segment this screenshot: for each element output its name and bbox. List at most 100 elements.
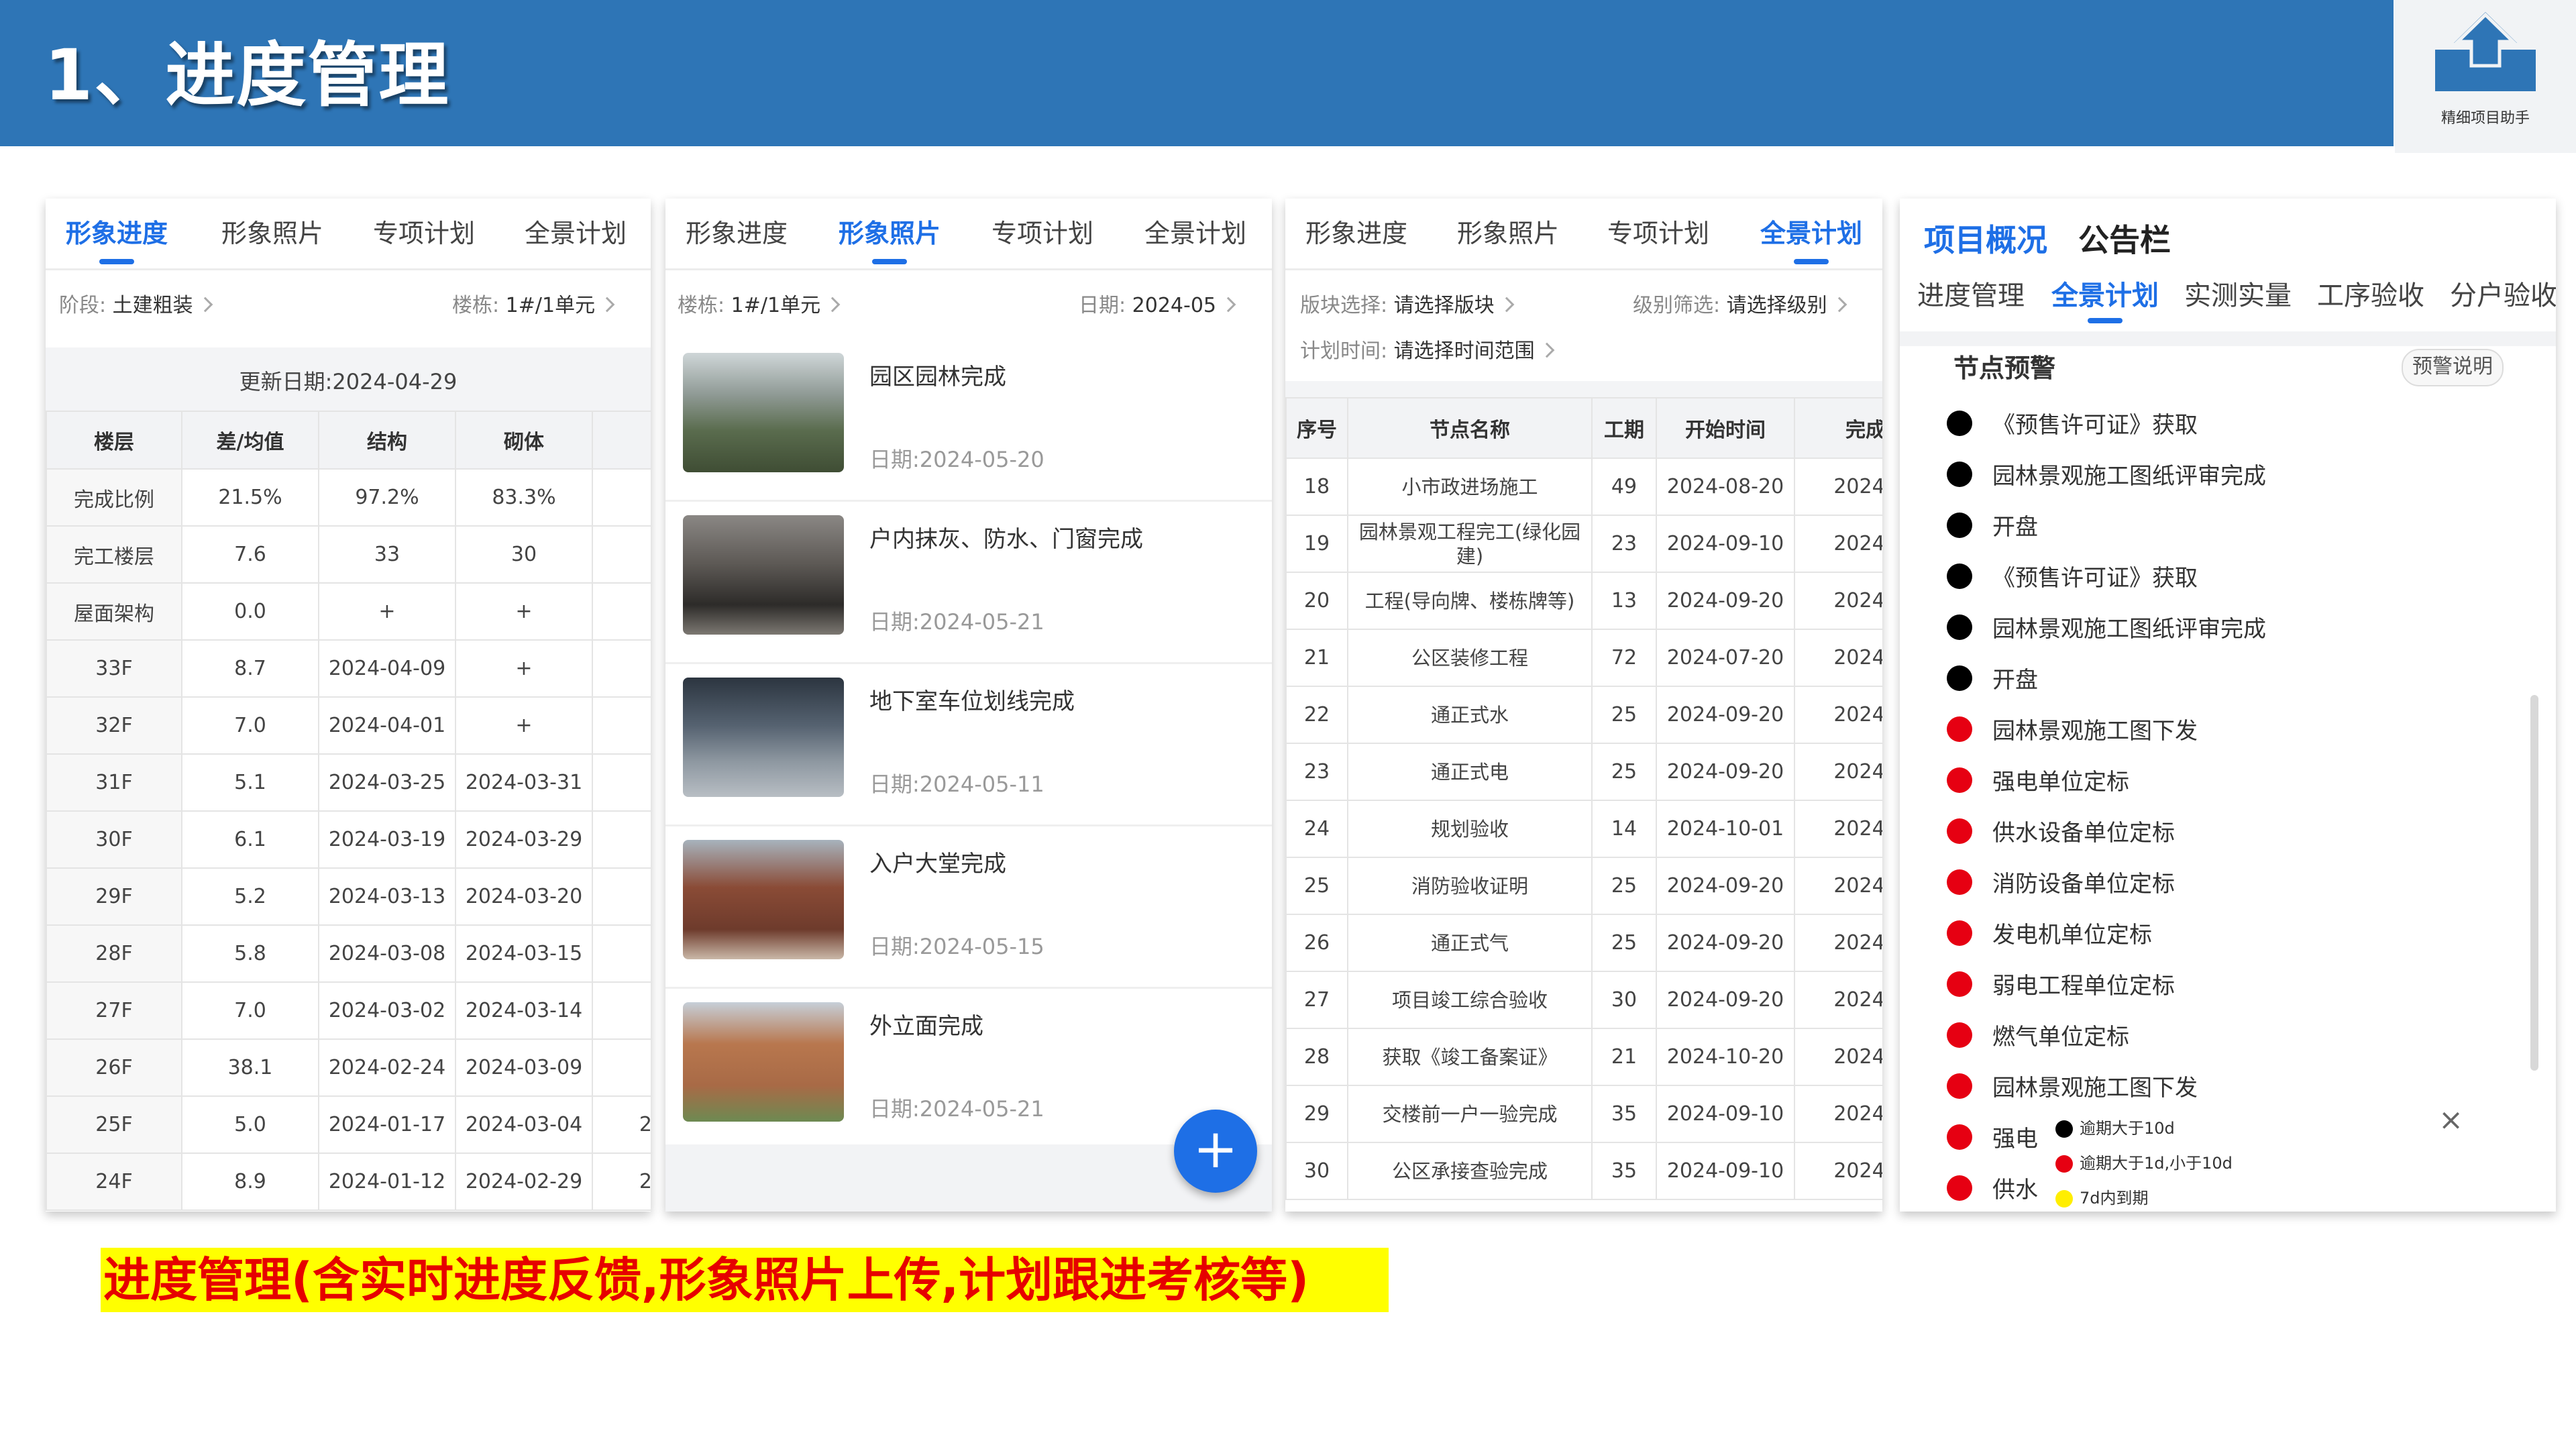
- node-item[interactable]: 《预售许可证》获取: [1900, 550, 2556, 601]
- tab-progress-photos[interactable]: 形象照片: [221, 215, 323, 252]
- tab-special-plan[interactable]: 专项计划: [1607, 215, 1709, 252]
- table-cell: 5.2: [181, 867, 319, 926]
- photo-thumbnail[interactable]: [683, 1002, 844, 1122]
- table-cell: 2024-10: [1794, 458, 1882, 516]
- tab-special-plan[interactable]: 专项计划: [373, 215, 475, 252]
- table-row[interactable]: 18小市政进场施工492024-08-202024-10: [1285, 458, 1882, 516]
- table-row: 26F38.12024-02-242024-03-0959: [46, 1038, 651, 1097]
- table-cell: 2024-10: [1794, 1142, 1882, 1200]
- photo-list-item[interactable]: 户内抹灰、防水、门窗完成 日期:2024-05-21: [665, 503, 1272, 664]
- node-item[interactable]: 供水设备单位定标: [1900, 805, 2556, 856]
- node-item[interactable]: 发电机单位定标: [1900, 907, 2556, 958]
- warning-info-button[interactable]: 预警说明: [2402, 349, 2504, 386]
- column-header: 结构: [318, 411, 456, 470]
- subtab-progress-management[interactable]: 进度管理: [1917, 274, 2025, 313]
- node-item[interactable]: 《预售许可证》获取: [1900, 397, 2556, 448]
- tab-panorama-plan[interactable]: 全景计划: [1144, 215, 1246, 252]
- table-row[interactable]: 28获取《竣工备案证》212024-10-202024-11: [1285, 1028, 1882, 1086]
- stage-filter[interactable]: 阶段: 土建粗装: [59, 291, 213, 321]
- time-filter[interactable]: 计划时间: 请选择时间范围: [1300, 337, 1554, 366]
- column-header: 差/均值: [181, 411, 319, 470]
- table-row[interactable]: 23通正式电252024-09-202024-10: [1285, 743, 1882, 801]
- photo-title: 入户大堂完成: [869, 851, 1006, 877]
- node-item[interactable]: 园林景观施工图纸评审完成: [1900, 601, 2556, 652]
- legend-dot: [2055, 1155, 2073, 1173]
- photo-list-item[interactable]: 园区园林完成 日期:2024-05-20: [665, 341, 1272, 502]
- caption-text: 进度管理(含实时进度反馈,形象照片上传,计划跟进考核等): [103, 1252, 1309, 1307]
- add-photo-button[interactable]: +: [1174, 1110, 1257, 1193]
- tab-progress-status[interactable]: 形象进度: [66, 215, 168, 252]
- node-item[interactable]: 强电单位定标: [1900, 754, 2556, 805]
- node-label: 《预售许可证》获取: [1992, 412, 2198, 439]
- tab-progress-photos[interactable]: 形象照片: [1457, 215, 1559, 252]
- subtab-measurement[interactable]: 实测实量: [2184, 274, 2292, 313]
- node-item[interactable]: 园林景观施工图下发: [1900, 703, 2556, 754]
- table-cell: 2024-10: [1794, 686, 1882, 744]
- building-filter[interactable]: 楼栋: 1#/1单元: [678, 291, 841, 321]
- date-value: 2024-05: [1132, 294, 1217, 317]
- tab-special-plan[interactable]: 专项计划: [991, 215, 1093, 252]
- level-filter[interactable]: 级别筛选: 请选择级别: [1633, 291, 1847, 321]
- photo-list-item[interactable]: 入户大堂完成 日期:2024-05-15: [665, 828, 1272, 989]
- level-value: 请选择级别: [1726, 294, 1827, 317]
- logo-text: 精细项目助手: [2440, 110, 2530, 127]
- node-item[interactable]: 弱电工程单位定标: [1900, 958, 2556, 1009]
- building-label: 楼栋:: [452, 294, 500, 317]
- time-label: 计划时间:: [1300, 339, 1388, 363]
- tab-progress-photos[interactable]: 形象照片: [839, 215, 941, 252]
- subtab-process-acceptance[interactable]: 工序验收: [2317, 274, 2424, 313]
- table-cell: 38.1: [181, 1038, 319, 1097]
- table-cell: 2024-03-19: [318, 810, 456, 869]
- node-item[interactable]: 园林景观施工图纸评审完成: [1900, 448, 2556, 499]
- table-row[interactable]: 24规划验收142024-10-012024-10: [1285, 800, 1882, 858]
- table-cell: 27: [1285, 971, 1348, 1029]
- table-cell: 33: [318, 525, 456, 584]
- table-cell: 7.0: [181, 696, 319, 755]
- tab-project-overview[interactable]: 项目概况: [1924, 216, 2047, 260]
- table-row[interactable]: 19园林景观工程完工(绿化园建)232024-09-102024-10: [1285, 515, 1882, 573]
- tab-bulletin[interactable]: 公告栏: [2078, 216, 2171, 260]
- table-row[interactable]: 20工程(导向牌、楼栋牌等)132024-09-202024-10: [1285, 572, 1882, 630]
- table-cell: 2024-03-14: [455, 981, 593, 1040]
- date-filter[interactable]: 日期: 2024-05: [1079, 291, 1236, 321]
- table-row[interactable]: 27项目竣工综合验收302024-09-202024-10: [1285, 971, 1882, 1029]
- table-cell: [592, 639, 651, 698]
- table-cell: 2024-10: [1794, 1085, 1882, 1143]
- scrollbar[interactable]: [2530, 695, 2538, 1071]
- photo-list-item[interactable]: 地下室车位划线完成 日期:2024-05-11: [665, 665, 1272, 826]
- block-filter[interactable]: 版块选择: 请选择版块: [1300, 291, 1514, 321]
- table-row: 24F8.92024-01-122024-02-292024: [46, 1152, 651, 1211]
- photo-thumbnail[interactable]: [683, 353, 844, 472]
- tab-panorama-plan[interactable]: 全景计划: [525, 215, 627, 252]
- node-label: 园林景观施工图下发: [1992, 1075, 2198, 1102]
- tab-progress-status[interactable]: 形象进度: [686, 215, 788, 252]
- node-label: 供水: [1992, 1177, 2038, 1203]
- table-row[interactable]: 30公区承接查验完成352024-09-102024-10: [1285, 1142, 1882, 1200]
- tab-progress-status[interactable]: 形象进度: [1305, 215, 1407, 252]
- table-cell: 2024-11: [1794, 1028, 1882, 1086]
- photo-thumbnail[interactable]: [683, 515, 844, 635]
- table-row[interactable]: 21公区装修工程722024-07-202024-09: [1285, 629, 1882, 687]
- node-item[interactable]: 燃气单位定标: [1900, 1009, 2556, 1060]
- table-row[interactable]: 26通正式气252024-09-202024-10: [1285, 914, 1882, 972]
- table-cell: 18: [1285, 458, 1348, 516]
- subtab-unit-acceptance[interactable]: 分户验收: [2450, 274, 2556, 313]
- table-row[interactable]: 25消防验收证明252024-09-202024-10: [1285, 857, 1882, 915]
- table-row[interactable]: 22通正式水252024-09-202024-10: [1285, 686, 1882, 744]
- node-item[interactable]: 消防设备单位定标: [1900, 856, 2556, 907]
- update-label: 更新日期:: [239, 369, 333, 394]
- node-label: 园林景观施工图下发: [1992, 718, 2198, 745]
- table-cell: 2024-09-20: [1656, 971, 1795, 1029]
- table-row: 27F7.02024-03-022024-03-1430: [46, 981, 651, 1040]
- subtab-panorama-plan[interactable]: 全景计划: [2051, 274, 2159, 313]
- node-item[interactable]: 开盘: [1900, 652, 2556, 703]
- photo-thumbnail[interactable]: [683, 840, 844, 959]
- table-row[interactable]: 29交楼前一户一验完成352024-09-102024-10: [1285, 1085, 1882, 1143]
- close-icon[interactable]: ×: [2438, 1103, 2463, 1137]
- section-title: 节点预警: [1953, 354, 2056, 383]
- tab-panorama-plan[interactable]: 全景计划: [1760, 215, 1862, 252]
- table-cell: 25F: [46, 1095, 182, 1154]
- node-item[interactable]: 开盘: [1900, 499, 2556, 550]
- photo-thumbnail[interactable]: [683, 678, 844, 797]
- building-filter[interactable]: 楼栋: 1#/1单元: [452, 291, 615, 321]
